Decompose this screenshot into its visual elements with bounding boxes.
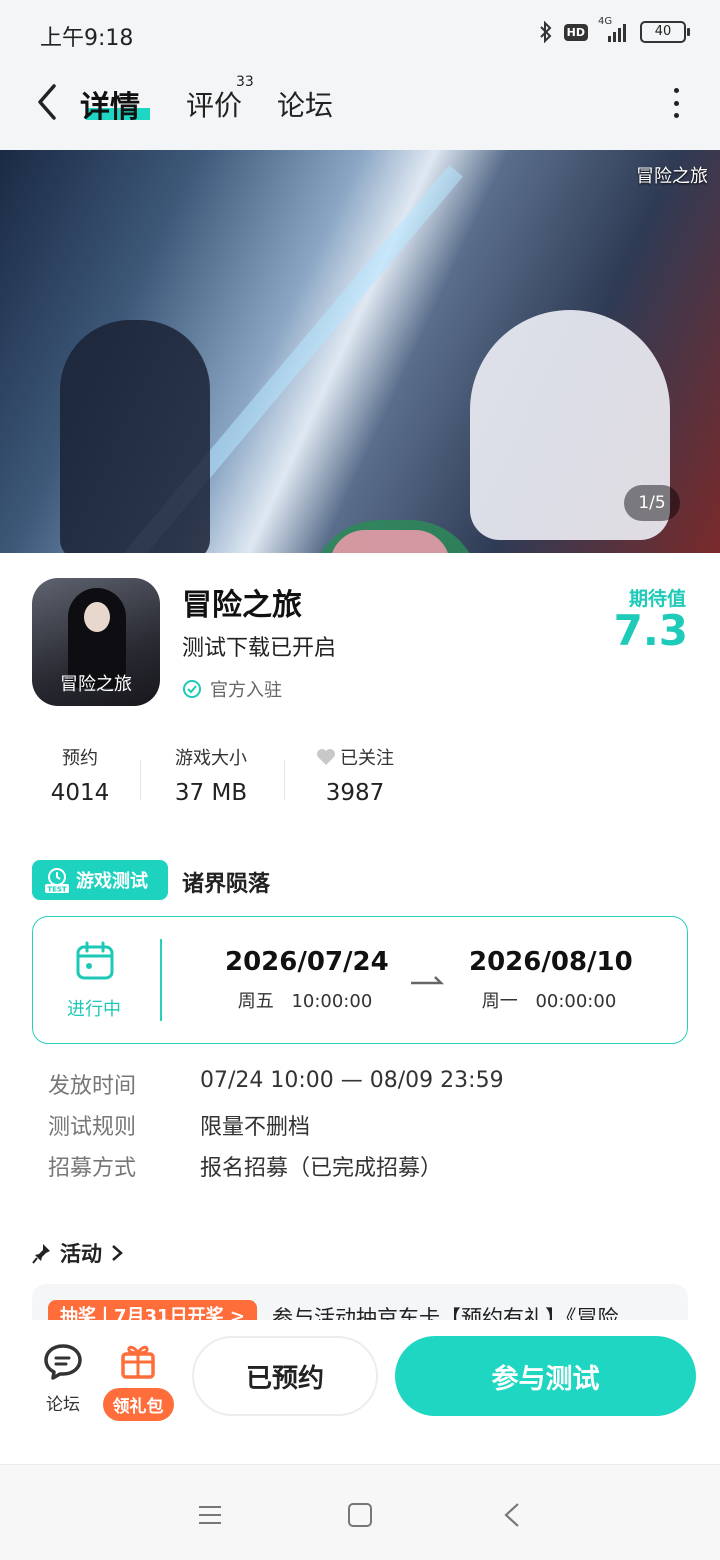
join-test-button[interactable]: 参与测试: [395, 1336, 696, 1416]
signal-icon: 4G: [598, 16, 630, 44]
app-icon-text: 冒险之旅: [60, 674, 132, 695]
game-test-badge: TEST 游戏测试: [32, 860, 168, 900]
detail-value: 07/24 10:00 — 08/09 23:59: [200, 1068, 504, 1093]
status-icons: HD 4G 40: [538, 16, 690, 44]
app-subtitle: 测试下载已开启: [182, 636, 337, 661]
stat-reservations: 预约 4014: [50, 744, 110, 806]
test-status: 进行中: [67, 999, 121, 1020]
status-bar: 上午9:18 HD 4G 40: [0, 0, 720, 66]
gift-icon: [121, 1345, 155, 1379]
activity-tag: 抽奖丨7月31日开奖 >: [48, 1300, 257, 1320]
end-date: 2026/08/10: [469, 947, 633, 977]
pin-icon: [32, 1244, 50, 1264]
test-schedule-card: 进行中 2026/07/24 周五 10:00:00 2026/08/10 周一…: [32, 916, 688, 1044]
stat-value: 37 MB: [174, 780, 248, 806]
stat-divider: [140, 760, 141, 800]
banner-character-left: [60, 320, 210, 553]
app-name: 冒险之旅: [182, 588, 302, 623]
end-weekday: 周一: [481, 991, 518, 1012]
stat-game-size: 游戏大小 37 MB: [166, 744, 256, 806]
review-count-badge: 33: [236, 74, 254, 90]
end-time: 00:00:00: [535, 991, 617, 1012]
stat-followers[interactable]: 已关注 3987: [306, 744, 404, 806]
official-label: 官方入驻: [210, 680, 282, 701]
battery-icon: 40: [640, 21, 690, 43]
official-badge: 官方入驻: [182, 676, 282, 702]
test-end: 2026/08/10 周一 00:00:00: [469, 947, 633, 1013]
back-arrow-icon[interactable]: [30, 82, 66, 122]
check-circle-icon: [183, 680, 201, 698]
app-icon: 冒险之旅: [32, 578, 160, 706]
test-start: 2026/07/24 周五 10:00:00: [225, 947, 389, 1013]
menu-icon[interactable]: [190, 1495, 230, 1535]
tab-details-label: 详情: [80, 90, 140, 125]
arrow-right-icon: [411, 976, 445, 985]
tab-details[interactable]: 详情: [80, 82, 150, 125]
test-icon-text: TEST: [47, 886, 67, 894]
chat-bubble-icon: [44, 1344, 82, 1380]
start-weekday: 周五: [237, 991, 274, 1012]
card-divider: [160, 939, 162, 1021]
system-nav-bar: [0, 1464, 720, 1560]
stat-divider: [284, 760, 285, 800]
stat-label: 游戏大小: [175, 748, 247, 769]
app-icon-face: [84, 602, 110, 632]
chevron-right-icon: [112, 1245, 123, 1261]
detail-value: 报名招募（已完成招募）: [200, 1156, 443, 1181]
activity-item-title: 参与活动抽京东卡【预约有礼】《冒险: [272, 1306, 619, 1320]
calendar-icon: [76, 941, 114, 980]
stat-label: 已关注: [340, 748, 394, 769]
activity-title: 活动: [60, 1242, 102, 1266]
forum-label: 论坛: [46, 1395, 80, 1415]
stat-label: 预约: [62, 748, 98, 769]
back-triangle-icon[interactable]: [492, 1495, 532, 1535]
home-square-icon[interactable]: [340, 1495, 380, 1535]
activity-section-header[interactable]: 活动: [32, 1238, 124, 1268]
gift-pack-button[interactable]: 领礼包: [100, 1340, 176, 1421]
banner-character-center-hair: [330, 530, 450, 553]
battery-level: 40: [654, 24, 672, 39]
heart-icon: [317, 749, 335, 765]
bluetooth-icon: [539, 20, 552, 44]
activity-card[interactable]: 抽奖丨7月31日开奖 > 参与活动抽京东卡【预约有礼】《冒险: [32, 1284, 688, 1320]
hero-banner[interactable]: 冒险之旅 1/5: [0, 150, 720, 553]
banner-page-indicator: 1/5: [624, 485, 680, 521]
start-time: 10:00:00: [291, 991, 373, 1012]
stat-value: 4014: [50, 780, 110, 806]
tab-reviews[interactable]: 评价: [186, 84, 242, 124]
hd-badge: HD: [563, 23, 588, 41]
more-options-icon[interactable]: [666, 88, 686, 118]
stat-value: 3987: [325, 780, 385, 806]
detail-value: 限量不删档: [200, 1115, 311, 1140]
reserved-button[interactable]: 已预约: [192, 1336, 378, 1416]
detail-label: 发放时间: [48, 1074, 137, 1099]
detail-label: 测试规则: [48, 1115, 137, 1140]
expect-value: 7.3: [613, 606, 688, 655]
tab-forum[interactable]: 论坛: [277, 84, 333, 124]
gift-label: 领礼包: [102, 1388, 174, 1421]
detail-label: 招募方式: [48, 1156, 137, 1181]
banner-logo: 冒险之旅: [636, 166, 708, 187]
start-date: 2026/07/24: [225, 947, 389, 977]
forum-button[interactable]: 论坛: [40, 1342, 86, 1415]
test-stopwatch-icon: TEST: [45, 868, 69, 894]
bottom-action-bar: 论坛 领礼包 已预约 参与测试: [0, 1320, 720, 1464]
test-name: 诸界陨落: [182, 872, 271, 897]
status-time: 上午9:18: [40, 26, 134, 51]
game-test-label: 游戏测试: [76, 871, 148, 892]
header-nav: 详情 评价 33 论坛: [0, 66, 720, 150]
